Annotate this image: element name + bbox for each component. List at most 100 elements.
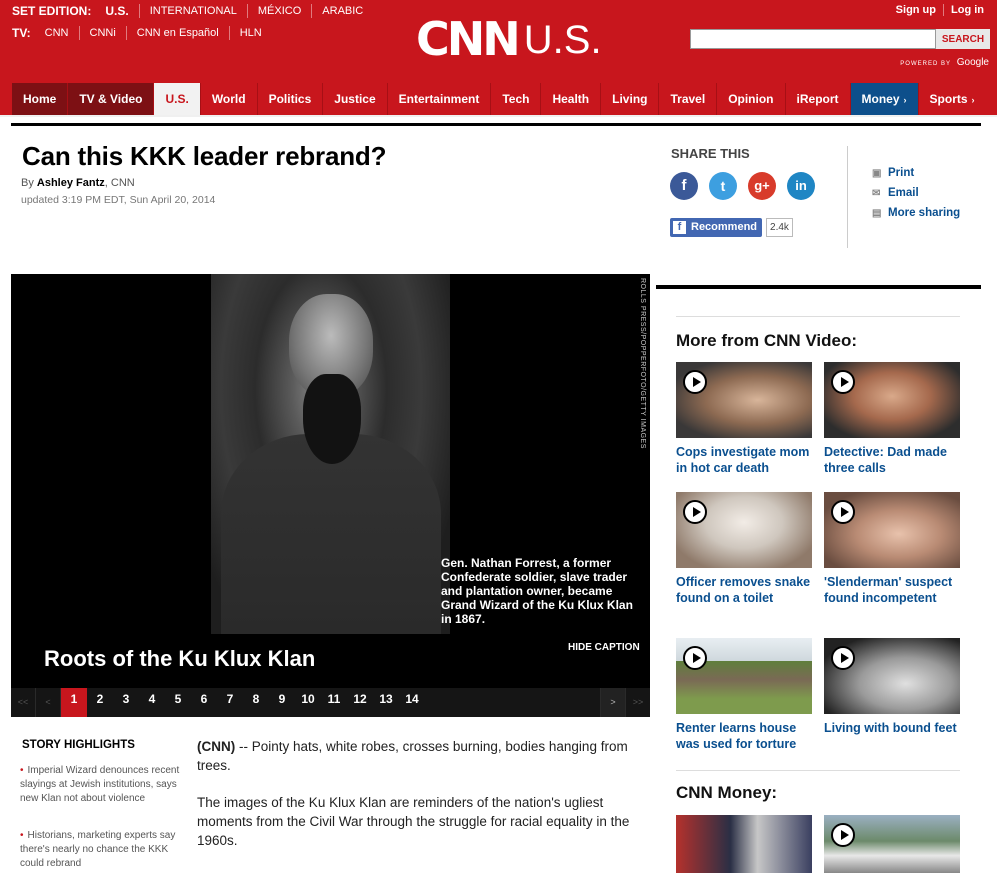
print-link[interactable]: ▣ Print [872,167,914,179]
nav-tech[interactable]: Tech [491,83,542,115]
login-link[interactable]: Log in [944,4,991,16]
prev-page-button[interactable]: < [36,688,61,717]
search-input[interactable] [690,29,936,49]
nav-opinion[interactable]: Opinion [717,83,786,115]
main-nav: Home TV & Video U.S. World Politics Just… [0,80,997,117]
play-icon [831,823,855,847]
email-label: Email [888,187,919,199]
share-icon: ▤ [872,207,882,219]
video-card[interactable]: Cops investigate mom in hot car death [676,362,812,476]
video-card[interactable]: Officer removes snake found on a toilet [676,492,812,606]
hide-caption-button[interactable]: HIDE CAPTION [568,642,640,653]
email-link[interactable]: ✉ Email [872,187,919,199]
nav-home[interactable]: Home [12,83,69,115]
google-plus-icon[interactable]: g+ [748,172,776,200]
nav-tv-video[interactable]: TV & Video [68,83,155,115]
nav-politics[interactable]: Politics [258,83,324,115]
recommend-button[interactable]: f Recommend [670,218,763,237]
nav-world[interactable]: World [201,83,258,115]
last-page-button[interactable]: >> [625,688,650,717]
author-link[interactable]: Ashley Fantz [37,177,105,189]
next-page-button[interactable]: > [600,688,625,717]
nav-travel[interactable]: Travel [659,83,718,115]
page-10[interactable]: 10 [295,688,321,717]
video-title: Detective: Dad made three calls [824,445,947,475]
powered-by-google: POWERED BY Google [900,57,989,68]
page-4[interactable]: 4 [139,688,165,717]
auth-links: Sign up Log in [889,4,991,16]
signup-link[interactable]: Sign up [889,4,944,16]
page-9[interactable]: 9 [269,688,295,717]
tv-link-cnn-espanol[interactable]: CNN en Español [127,26,230,40]
facebook-recommend: f Recommend 2.4k [670,218,793,237]
first-page-button[interactable]: << [11,688,36,717]
play-icon [683,370,707,394]
nav-sports[interactable]: Sports › [919,83,986,115]
edition-selector: SET EDITION: U.S. INTERNATIONAL MÉXICO A… [0,4,373,18]
page-11[interactable]: 11 [321,688,347,717]
nav-entertainment[interactable]: Entertainment [388,83,492,115]
article-paragraph: (CNN) -- Pointy hats, white robes, cross… [197,737,633,775]
video-card[interactable]: Detective: Dad made three calls [824,362,960,476]
page-5[interactable]: 5 [165,688,191,717]
facebook-icon[interactable]: f [670,172,698,200]
page-7[interactable]: 7 [217,688,243,717]
highlights-heading: STORY HIGHLIGHTS [22,739,135,751]
video-thumbnail [824,362,960,438]
facebook-small-icon: f [673,221,686,234]
tv-link-cnn[interactable]: CNN [35,26,80,40]
linkedin-icon[interactable]: in [787,172,815,200]
edition-arabic[interactable]: ARABIC [312,4,373,18]
video-card[interactable]: Renter learns house was used for torture [676,638,812,752]
tv-link-hln[interactable]: HLN [230,26,272,40]
masthead: SET EDITION: U.S. INTERNATIONAL MÉXICO A… [0,0,997,80]
page-12[interactable]: 12 [347,688,373,717]
share-divider [847,146,848,248]
recommend-label: Recommend [691,221,758,233]
page-3[interactable]: 3 [113,688,139,717]
paragraph-text: -- Pointy hats, white robes, crosses bur… [197,739,628,773]
photo-gallery: ROLLS PRESS/POPPERFOTO/GETTY IMAGES Gen.… [11,274,650,717]
money-heading: CNN Money: [676,783,778,802]
nav-health[interactable]: Health [541,83,602,115]
money-card[interactable] [824,815,960,873]
gallery-photo[interactable] [211,274,450,634]
video-heading: More from CNN Video: [676,331,858,350]
highlight-item: Historians, marketing experts say there'… [20,829,190,871]
pager-right: > >> [600,688,650,717]
search-button[interactable]: SEARCH [936,29,990,49]
page-6[interactable]: 6 [191,688,217,717]
byline-outlet: , CNN [104,177,135,189]
highlight-item: Imperial Wizard denounces recent slaying… [20,764,190,806]
nav-us[interactable]: U.S. [154,83,201,115]
twitter-icon[interactable]: t [709,172,737,200]
video-title: 'Slenderman' suspect found incompetent [824,575,953,605]
page-14[interactable]: 14 [399,688,425,717]
page-13[interactable]: 13 [373,688,399,717]
printer-icon: ▣ [872,167,882,179]
edition-mexico[interactable]: MÉXICO [248,4,313,18]
edition-current[interactable]: U.S. [95,4,140,18]
video-title: Officer removes snake found on a toilet [676,575,811,605]
play-icon [831,370,855,394]
play-icon [831,500,855,524]
page-2[interactable]: 2 [87,688,113,717]
video-thumbnail [824,638,960,714]
page-1[interactable]: 1 [61,688,87,717]
article-paragraph: The images of the Ku Klux Klan are remin… [197,795,630,848]
video-title: Living with bound feet [824,721,957,735]
page-8[interactable]: 8 [243,688,269,717]
nav-justice[interactable]: Justice [323,83,388,115]
video-card[interactable]: 'Slenderman' suspect found incompetent [824,492,960,606]
video-card[interactable]: Living with bound feet [824,638,960,736]
cnn-logo[interactable]: CNN U.S. [416,16,602,62]
nav-living[interactable]: Living [601,83,660,115]
edition-international[interactable]: INTERNATIONAL [140,4,248,18]
nav-money[interactable]: Money › [850,83,919,115]
play-icon [683,646,707,670]
nav-ireport[interactable]: iReport [786,83,851,115]
tv-link-cnni[interactable]: CNNi [80,26,127,40]
updated-timestamp: updated 3:19 PM EDT, Sun April 20, 2014 [21,194,216,206]
more-sharing-link[interactable]: ▤ More sharing [872,207,960,219]
money-card[interactable] [676,815,812,873]
